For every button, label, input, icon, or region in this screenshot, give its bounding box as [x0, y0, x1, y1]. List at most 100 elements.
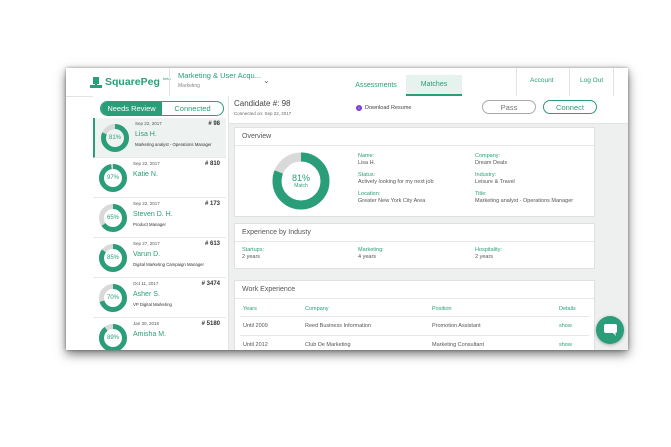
- header-divider: [516, 68, 517, 96]
- chat-bubble-icon: [603, 324, 617, 336]
- squarepeg-logo-icon: [90, 76, 102, 88]
- tab-matches[interactable]: Matches: [406, 75, 462, 96]
- candidate-date: Sep 22, 2017: [135, 121, 162, 126]
- download-resume-link[interactable]: ↓ Download Resume: [356, 105, 411, 111]
- status-value: Actively looking for my next job: [358, 179, 434, 185]
- match-percent: 81%: [291, 173, 310, 183]
- work-company: Club De Marketing: [305, 342, 351, 348]
- candidate-number: # 810: [204, 161, 220, 167]
- industry-heading: Experience by Industy: [242, 229, 311, 236]
- candidate-name: Amisha M.: [133, 331, 167, 338]
- candidate-date: Sep 27, 2017: [133, 241, 160, 246]
- job-department: Marketing: [178, 83, 200, 89]
- show-details-link[interactable]: show: [559, 323, 572, 329]
- download-resume-label: Download Resume: [365, 105, 412, 111]
- name-label: Name:: [358, 153, 375, 159]
- logout-link[interactable]: Log Out: [580, 77, 603, 84]
- candidate-card[interactable]: 85% Sep 27, 2017 # 613 Varun D. Digital Mark…: [93, 238, 226, 278]
- chevron-down-icon[interactable]: ⌄: [263, 76, 270, 85]
- match-ring: 70%: [98, 283, 128, 313]
- candidate-role: Digital Marketing Campaign Manager: [133, 262, 204, 267]
- candidate-header: Candidate #: 98 Connected on: Sep 22, 20…: [229, 96, 628, 124]
- divider: [235, 241, 594, 242]
- header-divider: [569, 68, 570, 96]
- match-percent: 81%: [108, 135, 121, 141]
- company-label: Company:: [475, 153, 501, 159]
- candidate-card[interactable]: 65% Sep 22, 2017 # 173 Steven D. H. Product …: [93, 198, 226, 238]
- work-years: Until 2012: [243, 342, 268, 348]
- match-caption: Match: [294, 183, 308, 189]
- candidate-date: Sep 22, 2017: [133, 201, 160, 206]
- match-percent: 85%: [106, 255, 119, 261]
- candidate-sidebar: Needs Review Connected 81% Sep 22, 2017 # …: [93, 96, 229, 350]
- candidate-role: Marketing analyst - Operations Manager: [135, 142, 212, 147]
- candidate-date: Oct 11, 2017: [133, 281, 159, 286]
- job-selector[interactable]: Marketing & User Acqu... Marketing: [178, 71, 288, 89]
- chat-button[interactable]: [596, 316, 624, 344]
- pass-button[interactable]: Pass: [482, 100, 536, 114]
- work-position: Marketing Consultant: [432, 342, 484, 348]
- match-ring: 85%: [98, 243, 128, 273]
- industry-label: Industry:: [475, 172, 497, 178]
- header-divider: [169, 68, 170, 96]
- needs-review-button[interactable]: Needs Review: [101, 102, 162, 115]
- candidate-card[interactable]: 97% Sep 22, 2017 # 810 Katie N.: [93, 158, 226, 198]
- industry-value: Leisure & Travel: [475, 179, 515, 185]
- show-details-link[interactable]: show: [559, 342, 572, 348]
- header-divider: [613, 68, 614, 96]
- work-company: Reed Business Information: [305, 323, 372, 329]
- divider: [240, 335, 589, 336]
- job-title: Marketing & User Acqu...: [178, 71, 261, 80]
- connect-button[interactable]: Connect: [543, 100, 597, 114]
- candidate-card[interactable]: 81% Sep 22, 2017 # 98 Lisa H. Marketing anal…: [93, 118, 226, 158]
- top-header: SquarePeg beta Marketing & User Acqu... M…: [66, 68, 628, 97]
- industry-years: 2 years: [475, 254, 494, 260]
- company-value: Dream Deals: [475, 160, 508, 166]
- candidate-card[interactable]: 70% Oct 11, 2017 # 3474 Asher S. VP Digital …: [93, 278, 226, 318]
- candidate-role: Product Manager: [133, 222, 166, 227]
- tab-assessments[interactable]: Assessments: [348, 75, 404, 96]
- candidate-name: Lisa H.: [135, 131, 157, 138]
- industry-label: Startups:: [242, 247, 265, 253]
- candidate-date: Jan 30, 2018: [133, 321, 160, 326]
- candidate-number: # 98: [208, 121, 220, 127]
- column-header-position: Position: [432, 306, 452, 312]
- title-value: Marketing analyst - Operations Manager: [475, 198, 574, 204]
- match-ring: 65%: [98, 203, 128, 233]
- candidate-card[interactable]: 89% Jan 30, 2018 # 5180 Amisha M.: [93, 318, 226, 350]
- work-experience-card: Work Experience Years Company Position D…: [234, 280, 595, 350]
- divider: [240, 316, 589, 317]
- brand-logo[interactable]: SquarePeg beta: [90, 74, 171, 90]
- candidate-name: Katie N.: [133, 171, 158, 178]
- candidate-date: Sep 22, 2017: [133, 161, 160, 166]
- industry-label: Marketing:: [358, 247, 384, 253]
- account-link[interactable]: Account: [530, 77, 554, 84]
- candidate-detail: Candidate #: 98 Connected on: Sep 22, 20…: [229, 96, 628, 350]
- candidate-name: Varun D.: [133, 251, 161, 258]
- match-ring: 81%: [100, 123, 130, 153]
- location-label: Location:: [358, 191, 381, 197]
- candidate-number: # 5180: [201, 321, 220, 327]
- candidate-number: # 173: [204, 201, 220, 207]
- column-header-years: Years: [243, 306, 257, 312]
- column-header-details: Details: [559, 306, 576, 312]
- candidate-title: Candidate #: 98: [234, 99, 291, 108]
- candidate-number: # 613: [204, 241, 220, 247]
- connected-button[interactable]: Connected: [162, 102, 223, 115]
- work-years: Until 2009: [243, 323, 268, 329]
- review-toggle: Needs Review Connected: [100, 101, 224, 116]
- candidate-number: # 3474: [201, 281, 220, 287]
- candidate-name: Asher S.: [133, 291, 160, 298]
- download-icon: ↓: [356, 105, 362, 111]
- match-ring-label: 81% Match: [272, 152, 330, 210]
- match-percent: 70%: [106, 295, 119, 301]
- brand-name: SquarePeg: [105, 76, 160, 88]
- match-percent: 97%: [106, 175, 119, 181]
- match-ring: 97%: [98, 163, 128, 193]
- match-ring: 89%: [98, 323, 128, 350]
- name-value: Lisa H.: [358, 160, 376, 166]
- divider: [235, 298, 594, 299]
- divider: [235, 145, 594, 146]
- industry-label: Hospitality:: [475, 247, 502, 253]
- candidate-name: Steven D. H.: [133, 211, 173, 218]
